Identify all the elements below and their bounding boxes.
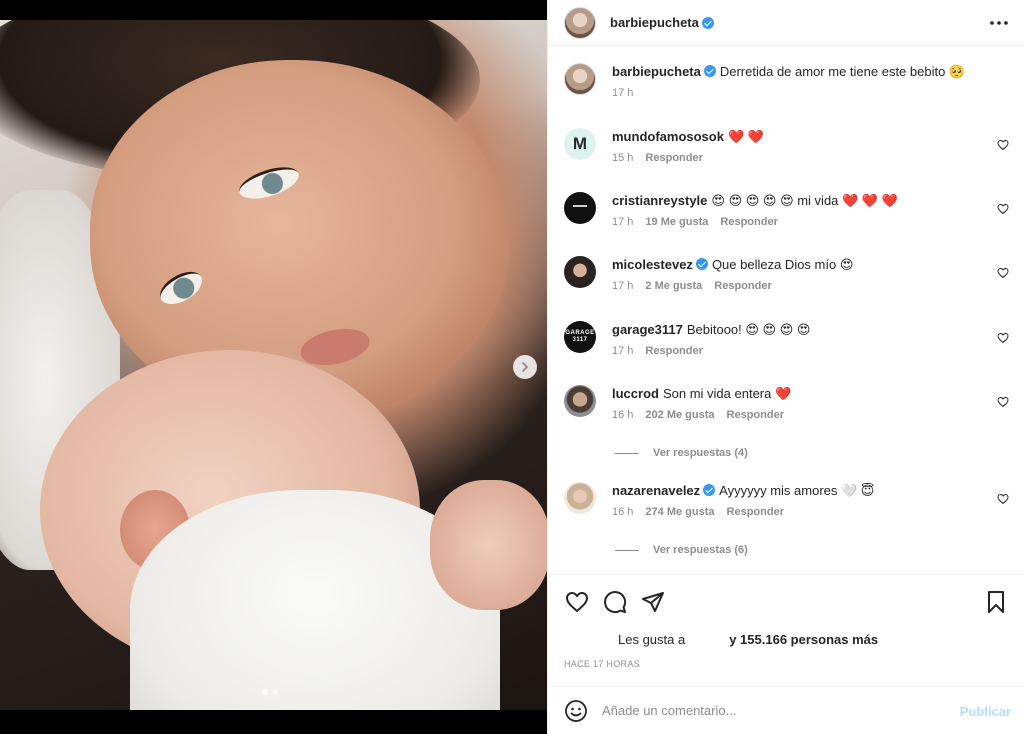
verified-badge-icon xyxy=(695,258,708,270)
view-replies-button[interactable]: Ver respuestas (6) xyxy=(615,544,748,556)
carousel-next-button[interactable] xyxy=(513,355,537,379)
comment-avatar[interactable] xyxy=(564,256,596,288)
comment-likes-count[interactable]: 202 Me gusta xyxy=(645,409,714,421)
post-side-panel: barbiepucheta barbiepucheta Derretida de … xyxy=(547,0,1024,734)
caption-text: Derretida de amor me tiene este bebito 🥺 xyxy=(719,64,966,79)
instagram-post-view: barbiepucheta barbiepucheta Derretida de … xyxy=(0,0,1024,734)
publish-button[interactable]: Publicar xyxy=(960,704,1011,719)
chevron-right-icon xyxy=(522,362,528,372)
comment-likes-count[interactable]: 274 Me gusta xyxy=(645,506,714,518)
post-header: barbiepucheta xyxy=(548,0,1024,46)
smiley-icon xyxy=(565,699,587,722)
comment-avatar[interactable]: GARAGE 3117 xyxy=(564,321,596,353)
caption-avatar[interactable] xyxy=(564,63,596,95)
comment-time[interactable]: 17 h xyxy=(612,280,633,292)
comment-like-button[interactable] xyxy=(997,492,1009,505)
view-replies-label: Ver respuestas (6) xyxy=(653,544,748,556)
reply-button[interactable]: Responder xyxy=(645,152,702,164)
comment-avatar[interactable] xyxy=(564,385,596,417)
comment-like-button[interactable] xyxy=(997,266,1009,279)
comment-item: nazarenavelez Ayyyyyy mis amores 🤍 😇 16 h… xyxy=(564,482,1009,518)
likes-count[interactable]: y 155.166 personas más xyxy=(729,632,878,647)
author-username[interactable]: barbiepucheta xyxy=(610,15,699,30)
comment-text: ❤️ ❤️ xyxy=(727,129,764,144)
view-replies-button[interactable]: Ver respuestas (4) xyxy=(615,447,748,459)
comment-like-button[interactable] xyxy=(997,138,1009,151)
bookmark-icon xyxy=(988,591,1004,613)
comment-like-button[interactable] xyxy=(997,331,1009,344)
likes-summary[interactable]: Les gusta a y 155.166 personas más xyxy=(618,632,878,647)
comment-time[interactable]: 17 h xyxy=(612,216,633,228)
comment-username[interactable]: nazarenavelez xyxy=(612,483,700,498)
save-button[interactable] xyxy=(983,589,1009,615)
reply-button[interactable]: Responder xyxy=(720,216,777,228)
carousel-dot-2 xyxy=(272,689,278,695)
author-avatar[interactable] xyxy=(564,6,596,39)
comment-text: 😍 😍 😍 😍 😍 mi vida ❤️ ❤️ ❤️ xyxy=(711,193,898,208)
share-button[interactable] xyxy=(640,589,666,615)
comment-item: micolestevez Que belleza Dios mío 😍 17 h 2… xyxy=(564,256,1009,292)
more-options-button[interactable] xyxy=(989,13,1009,33)
heart-outline-icon xyxy=(997,332,1009,344)
comment-time[interactable]: 16 h xyxy=(612,409,633,421)
post-media xyxy=(0,0,547,734)
more-horizontal-icon xyxy=(990,21,1008,25)
verified-badge-icon xyxy=(703,484,716,496)
reply-button[interactable]: Responder xyxy=(714,280,771,292)
caption-username[interactable]: barbiepucheta xyxy=(612,64,701,79)
post-actions: Les gusta a y 155.166 personas más HACE 1… xyxy=(548,574,1024,684)
view-replies-label: Ver respuestas (4) xyxy=(653,447,748,459)
comment-username[interactable]: cristianreystyle xyxy=(612,193,707,208)
comments-list: barbiepucheta Derretida de amor me tiene … xyxy=(548,47,1024,573)
carousel-indicator xyxy=(262,689,278,695)
comment-time[interactable]: 15 h xyxy=(612,152,633,164)
comment-text: Son mi vida entera ❤️ xyxy=(662,386,792,401)
comment-likes-count[interactable]: 19 Me gusta xyxy=(645,216,708,228)
comment-like-button[interactable] xyxy=(997,202,1009,215)
caption-time[interactable]: 17 h xyxy=(612,87,633,99)
heart-outline-icon xyxy=(997,493,1009,505)
comment-item: luccrod Son mi vida entera ❤️ 16 h 202 Me … xyxy=(564,385,1009,421)
heart-outline-icon xyxy=(997,139,1009,151)
comment-item: cristianreystyle 😍 😍 😍 😍 😍 mi vida ❤️ ❤️ … xyxy=(564,192,1009,228)
verified-badge-icon xyxy=(703,65,716,77)
comment-likes-count[interactable]: 2 Me gusta xyxy=(645,280,702,292)
comment-text: Bebitooo! 😍 😍 😍 😍 xyxy=(686,322,811,337)
post-photo xyxy=(0,20,547,710)
heart-outline-icon xyxy=(997,396,1009,408)
comment-username[interactable]: mundofamososok xyxy=(612,129,724,144)
post-timestamp[interactable]: HACE 17 HORAS xyxy=(564,659,640,669)
reply-button[interactable]: Responder xyxy=(727,409,784,421)
reply-button[interactable]: Responder xyxy=(645,345,702,357)
comment-bubble-icon xyxy=(604,591,627,614)
comment-item: GARAGE 3117 garage3117 Bebitooo! 😍 😍 😍 😍 … xyxy=(564,321,1009,357)
likes-prefix: Les gusta a xyxy=(618,632,686,647)
comment-avatar[interactable]: M xyxy=(564,128,596,160)
verified-badge-icon xyxy=(701,16,714,29)
comment-username[interactable]: garage3117 xyxy=(612,322,683,337)
comment-avatar[interactable] xyxy=(564,192,596,224)
comment-username[interactable]: micolestevez xyxy=(612,257,693,272)
paper-plane-icon xyxy=(642,592,664,612)
comment-item: M mundofamososok ❤️ ❤️ 15 h Responder xyxy=(564,128,1009,164)
comment-input[interactable] xyxy=(602,700,942,721)
reply-button[interactable]: Responder xyxy=(727,506,784,518)
heart-outline-icon xyxy=(997,267,1009,279)
post-caption: barbiepucheta Derretida de amor me tiene … xyxy=(564,63,1009,99)
comment-text: Ayyyyyy mis amores 🤍 😇 xyxy=(719,483,875,498)
comment-button[interactable] xyxy=(602,589,628,615)
comment-time[interactable]: 16 h xyxy=(612,506,633,518)
heart-outline-icon xyxy=(566,592,588,612)
heart-outline-icon xyxy=(997,203,1009,215)
comment-text: Que belleza Dios mío 😍 xyxy=(711,257,854,272)
comment-like-button[interactable] xyxy=(997,395,1009,408)
like-button[interactable] xyxy=(564,589,590,615)
comment-avatar[interactable] xyxy=(564,482,596,514)
comment-username[interactable]: luccrod xyxy=(612,386,659,401)
emoji-picker-button[interactable] xyxy=(564,699,588,723)
carousel-dot-1 xyxy=(262,689,268,695)
comment-composer: Publicar xyxy=(548,686,1024,734)
comment-time[interactable]: 17 h xyxy=(612,345,633,357)
